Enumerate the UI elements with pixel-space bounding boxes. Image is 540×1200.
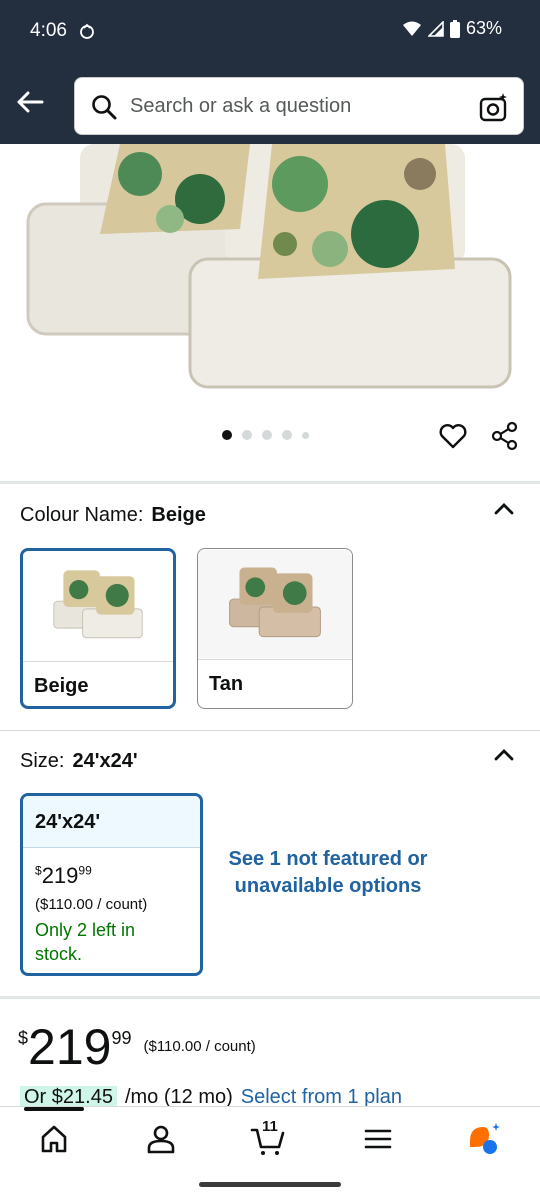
pager-dot[interactable] [262, 430, 272, 440]
swatch-separator [23, 661, 173, 662]
image-pager-dots[interactable] [222, 430, 309, 440]
cart-count: 11 [262, 1118, 278, 1135]
price-symbol: $ [35, 863, 42, 878]
account-icon[interactable] [143, 1121, 179, 1157]
chevron-up-icon[interactable] [492, 743, 516, 767]
camera-search-icon[interactable] [479, 92, 509, 122]
size-label: Size: 24'x24' [20, 750, 138, 773]
back-button[interactable] [12, 84, 48, 120]
section-divider [0, 996, 540, 999]
size-option-name: 24'x24' [35, 811, 101, 833]
colour-swatch-beige[interactable]: Beige [20, 548, 176, 709]
size-option-unit-price: ($110.00 / count) [35, 896, 148, 913]
chevron-up-icon[interactable] [492, 497, 516, 521]
see-unavailable-options-link[interactable]: See 1 not featured or unavailable option… [218, 846, 438, 900]
swatch-image [198, 549, 352, 659]
nav-active-indicator [24, 1107, 84, 1111]
app-indicator-icon [80, 23, 94, 39]
main-price-unit: ($110.00 / count) [143, 1038, 256, 1055]
search-bar[interactable]: Search or ask a question [74, 77, 524, 135]
colour-swatch-tan[interactable]: Tan [197, 548, 353, 709]
size-option-card[interactable]: 24'x24' $21999 ($110.00 / count) Only 2 … [20, 793, 203, 976]
gesture-bar [199, 1182, 341, 1187]
pager-dot[interactable] [282, 430, 292, 440]
size-option-stock: Only 2 left in stock. [35, 920, 136, 964]
cart-button[interactable]: 11 [250, 1118, 286, 1157]
pager-dot[interactable] [222, 430, 232, 440]
status-time: 4:06 [30, 20, 67, 41]
status-bar: 4:06 63% [0, 0, 540, 64]
size-option-header: 24'x24' [23, 796, 200, 848]
swatch-separator [198, 659, 352, 660]
app-header: Search or ask a question [0, 64, 540, 144]
wishlist-heart-icon[interactable] [438, 421, 468, 451]
main-price: $ 219 99 ($110.00 / count) [18, 1020, 256, 1074]
size-option-price: $21999 [35, 863, 92, 889]
rufus-ai-icon[interactable] [467, 1121, 503, 1157]
search-placeholder: Search or ask a question [130, 95, 352, 117]
battery-icon [449, 19, 460, 38]
swatch-label: Tan [209, 673, 244, 695]
main-price-symbol: $ [18, 1028, 29, 1048]
section-divider [0, 730, 540, 731]
main-price-fraction: 99 [111, 1028, 132, 1048]
size-label-text: Size: [20, 750, 65, 772]
colour-selected-value: Beige [151, 504, 206, 526]
battery-percent: 63% [465, 18, 502, 38]
price-whole: 219 [41, 863, 79, 888]
price-fraction: 99 [78, 863, 92, 878]
cushion-illustration [26, 144, 512, 389]
home-icon[interactable] [36, 1121, 72, 1157]
pager-dot[interactable] [302, 431, 309, 439]
product-image[interactable] [0, 144, 540, 402]
colour-label: Colour Name: Beige [20, 504, 206, 527]
menu-icon[interactable] [360, 1121, 396, 1157]
share-icon[interactable] [490, 421, 520, 451]
size-selected-value: 24'x24' [72, 750, 138, 772]
pager-dot[interactable] [242, 430, 252, 440]
swatch-image [23, 553, 173, 659]
signal-icon [427, 20, 444, 37]
colour-label-text: Colour Name: [20, 504, 144, 526]
swatch-label: Beige [34, 675, 89, 697]
main-price-whole: 219 [28, 1019, 112, 1075]
back-arrow-icon [17, 91, 44, 113]
search-icon [92, 95, 117, 120]
wifi-icon [402, 21, 421, 36]
section-divider [0, 481, 540, 484]
